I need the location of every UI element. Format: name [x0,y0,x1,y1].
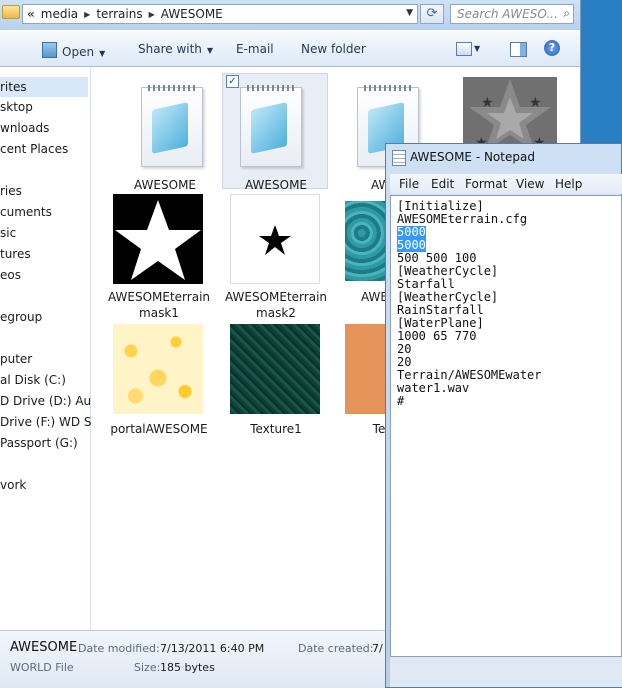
file-name: AWESOMEterrain mask2 [222,289,330,321]
star-thumbnail: ★ ★ ★ ★ [463,77,557,151]
nav-item-favorites[interactable]: rites [0,77,88,97]
chevron-down-icon: ▼ [99,49,106,58]
file-name-line-2: mask2 [256,306,296,320]
open-button[interactable]: Open ▼ [42,42,105,59]
file-name: AWESOME [134,178,196,192]
details-size-value: 185 bytes [160,661,215,674]
text-line[interactable]: # [397,395,404,408]
explorer-titlebar: « media ▶ terrains ▶ AWESOME ▼ ⟳ Search … [0,0,580,30]
nav-item-desktop[interactable]: sktop [0,100,33,114]
help-icon[interactable]: ? [544,40,560,56]
chevron-right-icon[interactable]: ▶ [149,10,155,19]
nav-item-videos[interactable]: eos [0,268,21,282]
nav-item-computer[interactable]: puter [0,352,32,366]
star-icon [259,225,291,255]
share-with-button[interactable]: Share with ▼ [138,42,213,56]
nav-item-local-disk-c[interactable]: al Disk (C:) [0,373,66,387]
folder-icon [2,5,20,19]
nav-item-documents[interactable]: cuments [0,205,52,219]
file-name: AWESOMEterrain mask1 [105,289,213,321]
star-icon: ★ ★ ★ ★ [469,79,551,151]
file-name: portalAWESOME [110,422,208,436]
menu-edit[interactable]: Edit [431,177,454,191]
new-folder-button[interactable]: New folder [301,42,366,56]
refresh-icon: ⟳ [426,6,438,21]
nav-item-libraries[interactable]: ries [0,184,22,198]
notepad-title: AWESOME - Notepad [410,150,535,164]
star-thumbnail [230,194,320,284]
details-file-type: WORLD File [10,661,74,674]
file-name: Texture1 [250,422,302,436]
chevron-down-icon[interactable]: ▼ [406,8,413,18]
svg-text:★: ★ [481,95,494,111]
chevron-down-icon[interactable]: ▼ [474,44,480,53]
refresh-button[interactable]: ⟳ [420,4,444,24]
nav-item-drive-f[interactable]: Drive (F:) WD Sm [0,415,103,429]
preview-pane-icon[interactable] [510,42,527,57]
notepad-icon [392,150,406,166]
document-icon [125,79,217,171]
star-icon [115,200,201,280]
notepad-bottom-frame [390,657,622,687]
navigation-pane: rites sktop wnloads cent Places ries cum… [0,67,109,630]
sparkles-thumbnail [113,324,203,414]
menu-help[interactable]: Help [555,177,582,191]
search-icon[interactable]: ⌕ [563,6,570,21]
details-file-name: AWESOME [10,640,78,655]
file-name: AWESOME [245,178,307,192]
svg-text:★: ★ [529,95,542,111]
search-placeholder: Search AWESO... [457,7,558,21]
breadcrumb-awesome[interactable]: AWESOME [161,7,223,21]
details-modified-label: Date modified: [78,642,160,655]
views-icon[interactable] [456,42,472,56]
notepad-window: AWESOME - Notepad File Edit Format View … [385,143,622,688]
file-name-line-2: mask1 [139,306,179,320]
email-button[interactable]: E-mail [236,42,274,56]
nav-item-music[interactable]: sic [0,226,16,240]
star-thumbnail [113,194,203,284]
file-name-line-1: AWESOMEterrain [107,290,211,304]
nav-item-pictures[interactable]: tures [0,247,31,261]
nav-item-homegroup[interactable]: egroup [0,310,42,324]
notepad-menubar: File Edit Format View Help [390,174,622,194]
open-icon [42,42,57,58]
menu-view[interactable]: View [516,177,544,191]
nav-item-network[interactable]: vork [0,478,26,492]
breadcrumb-terrains[interactable]: terrains [96,7,142,21]
search-input[interactable]: Search AWESO... ⌕ [450,4,574,24]
chevron-right-icon[interactable]: ▶ [84,10,90,19]
text-line[interactable]: water1.wav [397,382,469,395]
nav-item-downloads[interactable]: wnloads [0,121,49,135]
address-bar[interactable]: « media ▶ terrains ▶ AWESOME ▼ [22,4,418,24]
menu-file[interactable]: File [399,177,419,191]
breadcrumb-media[interactable]: media [41,7,78,21]
file-name-line-1: AWESOMEterrain [224,290,328,304]
details-created-label: Date created: [298,642,374,655]
texture-thumbnail [230,324,320,414]
chevron-down-icon: ▼ [206,46,214,55]
details-modified-value: 7/13/2011 6:40 PM [160,642,265,655]
open-label: Open [62,45,95,59]
notepad-text-area[interactable]: [Initialize] AWESOMEterrain.cfg 5000 5000 50… [390,195,622,657]
details-size-label: Size: [134,661,161,674]
share-with-label: Share with [138,42,202,56]
nav-item-recent-places[interactable]: cent Places [0,142,68,156]
address-overflow-chevron[interactable]: « [27,7,35,21]
command-bar: Open ▼ Share with ▼ E-mail New folder ▼ ? [0,32,580,67]
menu-format[interactable]: Format [465,177,507,191]
nav-item-passport-g[interactable]: Passport (G:) [0,436,78,450]
details-created-value: 7/ [372,642,383,655]
document-icon [236,79,328,171]
